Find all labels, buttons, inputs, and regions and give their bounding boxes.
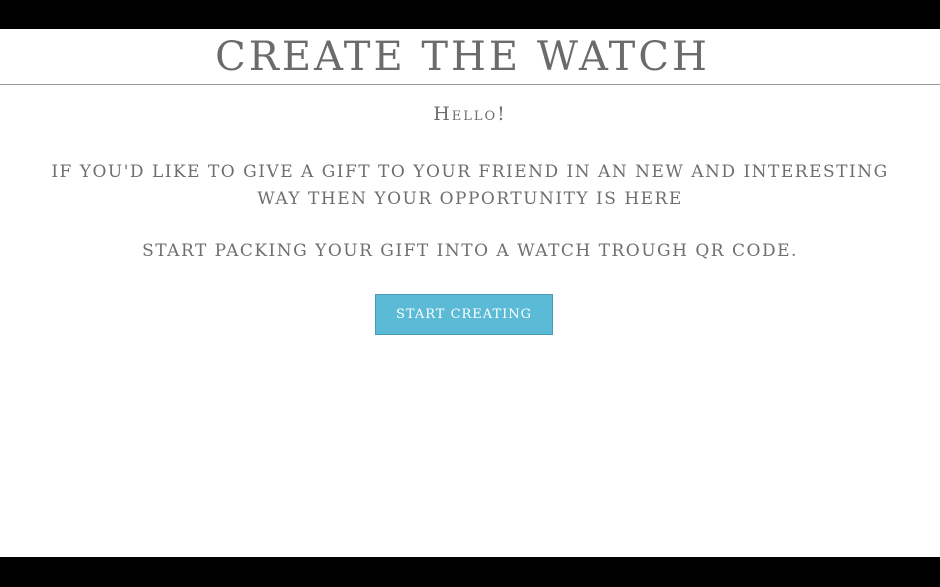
start-creating-button[interactable]: START CREATING — [375, 294, 553, 335]
greeting-text: Hello! — [433, 103, 507, 125]
top-letterbox-bar — [0, 0, 940, 29]
cta-text: START PACKING YOUR GIFT INTO A WATCH TRO… — [142, 241, 798, 261]
page-header: CREATE THE WATCH — [0, 29, 940, 85]
intro-text: IF YOU'D LIKE TO GIVE A GIFT TO YOUR FRI… — [51, 162, 889, 209]
bottom-letterbox-bar — [0, 557, 940, 587]
page-title: CREATE THE WATCH — [215, 34, 710, 80]
page-content: CREATE THE WATCH Hello! IF YOU'D LIKE TO… — [0, 29, 940, 557]
